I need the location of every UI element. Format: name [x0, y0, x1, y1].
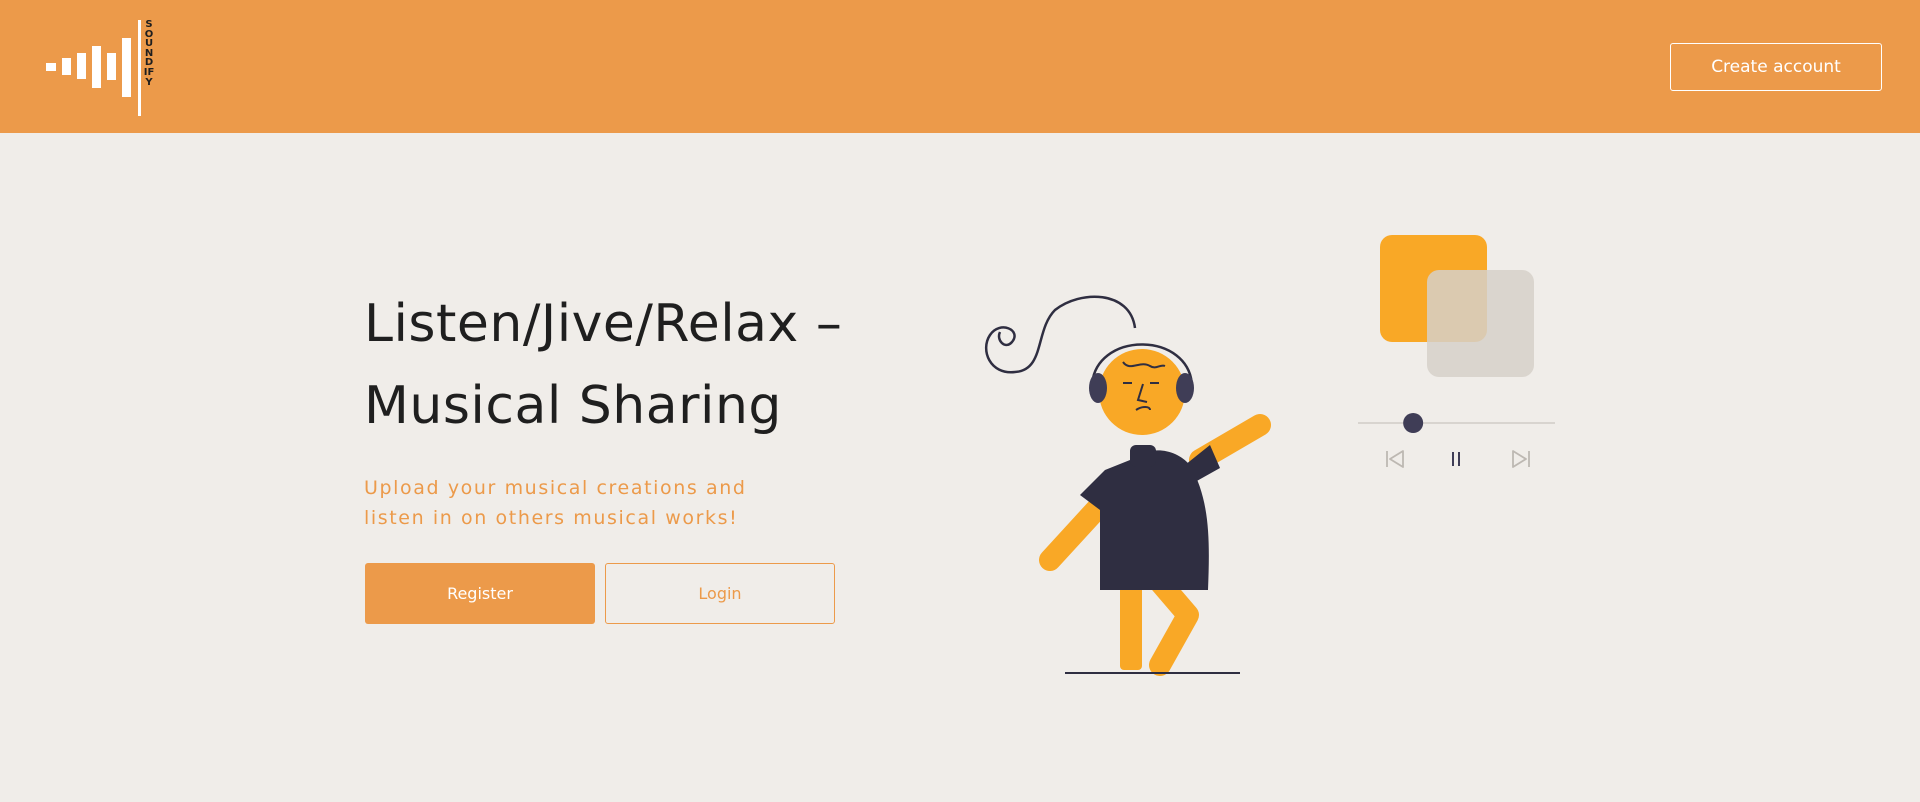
hero-subtitle-line-1: Upload your musical creations and — [364, 477, 747, 499]
listening-person-illustration — [984, 235, 1555, 676]
register-button[interactable]: Register — [365, 563, 595, 624]
progress-knob[interactable] — [1403, 413, 1424, 433]
hero-subtitle: Upload your musical creations and listen… — [364, 473, 784, 533]
logo-bar — [122, 38, 131, 97]
create-account-button[interactable]: Create account — [1670, 43, 1882, 91]
next-icon[interactable] — [1512, 450, 1530, 468]
pause-icon[interactable] — [1452, 452, 1460, 466]
left-leg — [1120, 580, 1142, 670]
logo-bar — [46, 63, 56, 71]
headphones-left-cup — [1089, 373, 1107, 403]
hero-title: Listen/Jive/Relax – Musical Sharing — [364, 283, 884, 447]
logo-bar — [62, 58, 71, 75]
logo-divider — [138, 20, 141, 116]
logo-bar — [77, 53, 86, 79]
logo-bar — [92, 46, 101, 88]
login-button[interactable]: Login — [605, 563, 835, 624]
neck — [1130, 445, 1156, 467]
logo-bar — [107, 53, 116, 80]
brand-name: SOUNDIFY — [143, 19, 155, 88]
album-art-back — [1427, 270, 1534, 377]
hero-subtitle-line-2: listen in on others musical works! — [364, 507, 739, 529]
previous-icon[interactable] — [1386, 450, 1404, 468]
hero-title-line-2: Musical Sharing — [364, 376, 782, 436]
hero-title-line-1: Listen/Jive/Relax – — [364, 294, 843, 354]
soundify-logo[interactable]: SOUNDIFY — [46, 20, 156, 116]
right-leg — [1147, 569, 1199, 676]
headphones-right-cup — [1176, 373, 1194, 403]
site-header: SOUNDIFY Create account — [0, 0, 1920, 133]
head — [1099, 349, 1185, 435]
left-arm — [1039, 489, 1116, 571]
